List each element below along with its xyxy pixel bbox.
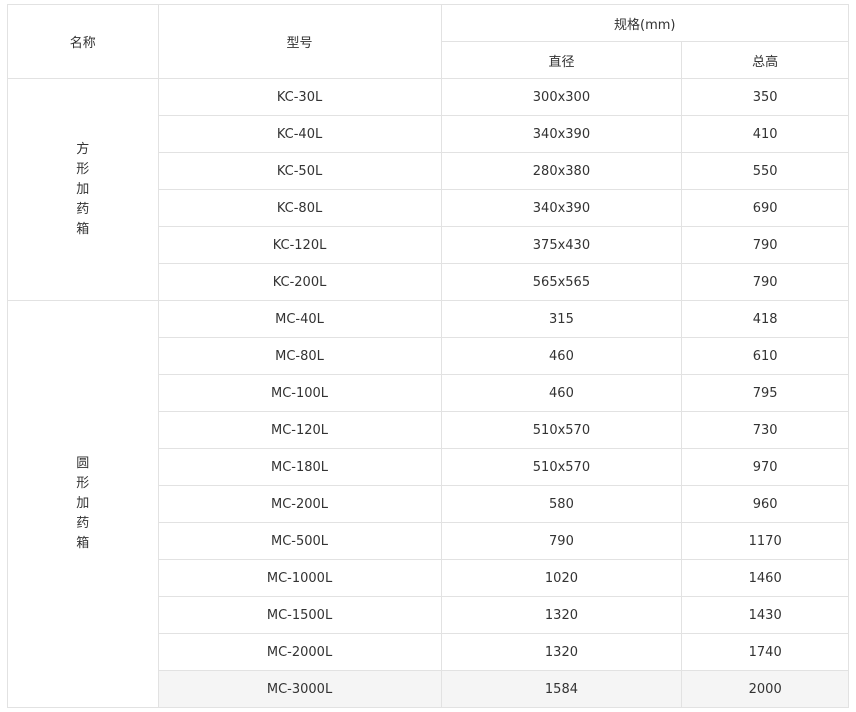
table-row: 圆形加药箱 MC-40L 315 418 [7, 300, 849, 708]
table-header: 名称 型号 规格(mm) 直径 总高 [7, 4, 850, 79]
height-cell: 410 [681, 115, 849, 153]
height-cell: 960 [681, 485, 849, 523]
model-cell: MC-80L [157, 337, 442, 375]
model-cell: MC-200L [157, 485, 442, 523]
diameter-cell: 510x570 [440, 411, 683, 449]
diameter-cell: 1020 [440, 559, 683, 597]
model-cell: MC-100L [157, 374, 442, 412]
diameter-cell: 510x570 [440, 448, 683, 486]
height-cell: 550 [681, 152, 849, 190]
group-name-char: 药 [76, 516, 90, 531]
height-cell: 418 [681, 300, 849, 338]
model-cell: MC-3000L [157, 670, 442, 708]
model-cell: MC-2000L [157, 633, 442, 671]
group-name-cell: 方形加药箱 [7, 78, 159, 301]
height-cell: 790 [681, 226, 849, 264]
height-cell: 1740 [681, 633, 849, 671]
model-cell: KC-30L [157, 78, 442, 116]
diameter-cell: 280x380 [440, 152, 683, 190]
diameter-cell: 300x300 [440, 78, 683, 116]
diameter-cell: 1584 [440, 670, 683, 708]
group-name-cell: 圆形加药箱 [7, 300, 159, 708]
height-cell: 2000 [681, 670, 849, 708]
height-cell: 790 [681, 263, 849, 301]
model-cell: KC-40L [157, 115, 442, 153]
group-name-char: 箱 [76, 536, 90, 551]
height-cell: 970 [681, 448, 849, 486]
model-cell: KC-50L [157, 152, 442, 190]
diameter-cell: 460 [440, 337, 683, 375]
header-model: 型号 [157, 4, 442, 79]
diameter-cell: 580 [440, 485, 683, 523]
diameter-cell: 460 [440, 374, 683, 412]
group-name-char: 圆 [76, 456, 90, 471]
model-cell: MC-1000L [157, 559, 442, 597]
height-cell: 1170 [681, 522, 849, 560]
table-body: 方形加药箱 KC-30L 300x300 350 KC-40L 340x390 410 KC-… [7, 78, 849, 708]
height-cell: 1430 [681, 596, 849, 634]
spec-table-container: 名称 型号 规格(mm) 直径 总高 方形加药箱 KC-30L 300x300 350… [7, 4, 850, 708]
header-height: 总高 [681, 41, 849, 79]
table-row: 方形加药箱 KC-30L 300x300 350 [7, 78, 849, 301]
diameter-cell: 315 [440, 300, 683, 338]
model-cell: MC-500L [157, 522, 442, 560]
diameter-cell: 1320 [440, 596, 683, 634]
model-cell: MC-120L [157, 411, 442, 449]
group-name-char: 方 [76, 141, 90, 157]
header-diameter: 直径 [440, 41, 683, 79]
diameter-cell: 375x430 [440, 226, 683, 264]
model-cell: MC-40L [157, 300, 442, 338]
height-cell: 795 [681, 374, 849, 412]
header-name: 名称 [7, 4, 159, 79]
diameter-cell: 565x565 [440, 263, 683, 301]
group-name-char: 形 [76, 161, 90, 177]
height-cell: 350 [681, 78, 849, 116]
height-cell: 1460 [681, 559, 849, 597]
model-cell: MC-180L [157, 448, 442, 486]
height-cell: 610 [681, 337, 849, 375]
diameter-cell: 340x390 [440, 115, 683, 153]
model-cell: KC-200L [157, 263, 442, 301]
group-name-char: 形 [76, 476, 90, 491]
group-name-char: 药 [76, 201, 90, 217]
diameter-cell: 790 [440, 522, 683, 560]
height-cell: 690 [681, 189, 849, 227]
diameter-cell: 340x390 [440, 189, 683, 227]
diameter-cell: 1320 [440, 633, 683, 671]
model-cell: KC-120L [157, 226, 442, 264]
group-name-char: 加 [76, 496, 90, 511]
group-name-char: 加 [76, 181, 90, 197]
model-cell: MC-1500L [157, 596, 442, 634]
height-cell: 730 [681, 411, 849, 449]
header-spec: 规格(mm) [440, 4, 850, 42]
spec-table: 名称 型号 规格(mm) 直径 总高 方形加药箱 KC-30L 300x300 350… [7, 4, 850, 708]
model-cell: KC-80L [157, 189, 442, 227]
group-name-char: 箱 [76, 221, 90, 237]
